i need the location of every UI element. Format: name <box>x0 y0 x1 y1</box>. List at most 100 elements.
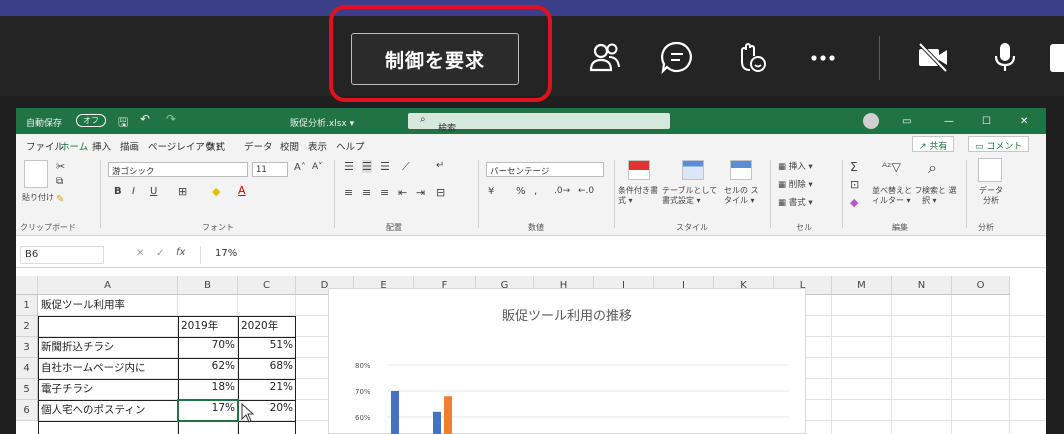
comment-button[interactable]: ▭ コメント <box>968 136 1030 152</box>
number-format-combo[interactable]: パーセンテージ <box>486 162 604 177</box>
tab-6[interactable]: データ <box>244 139 273 153</box>
format-painter-icon[interactable]: ✎ <box>56 194 64 205</box>
format-as-table-icon[interactable] <box>682 160 704 180</box>
redo-icon[interactable]: ↷ <box>166 112 176 126</box>
font-size-combo[interactable]: 11 <box>252 162 288 177</box>
cell-a1[interactable]: 販促ツール利用率 <box>38 295 178 316</box>
chart-bar[interactable] <box>391 391 399 434</box>
search-box[interactable]: ⌕ 検索 <box>408 113 670 134</box>
avatar[interactable] <box>863 113 879 129</box>
cut-icon[interactable]: ✂ <box>56 160 65 173</box>
chart-area[interactable]: 販促ツール利用の推移 80%70%60%50% <box>328 288 806 434</box>
request-control-button[interactable]: 制御を要求 <box>351 33 519 85</box>
comma-icon[interactable]: , <box>534 186 537 197</box>
tab-2[interactable]: 挿入 <box>92 139 111 153</box>
more-icon[interactable] <box>806 40 840 74</box>
fill-color-icon[interactable]: ◆ <box>212 185 220 198</box>
clear-icon[interactable]: ◆ <box>850 196 858 209</box>
autosave-label: 自動保存 <box>26 119 63 129</box>
delete-cells[interactable]: ▦ 削除 ▾ <box>778 178 813 190</box>
ribbon-display-icon[interactable]: ▭ <box>902 116 911 127</box>
conditional-format-icon[interactable] <box>628 160 650 180</box>
align-bottom-icon[interactable]: ☰ <box>380 160 390 173</box>
align-middle-icon[interactable]: ☰ <box>362 160 372 173</box>
cell-styles-icon[interactable] <box>730 160 752 180</box>
indent-increase-icon[interactable]: ⇥ <box>416 186 425 199</box>
tab-7[interactable]: 校閲 <box>280 139 299 153</box>
row-header[interactable]: 3 <box>16 337 38 358</box>
format-cells[interactable]: ▦ 書式 ▾ <box>778 196 813 208</box>
share-button[interactable]: ↗ 共有 <box>912 136 955 152</box>
tab-3[interactable]: 描画 <box>120 139 139 153</box>
copy-icon[interactable]: ⧉ <box>56 176 63 187</box>
autosave-toggle[interactable]: オフ <box>76 114 106 127</box>
function-icon[interactable]: fx <box>176 247 185 258</box>
orientation-icon[interactable]: ⟋ <box>402 160 410 174</box>
name-box[interactable]: B6 <box>20 246 104 264</box>
merge-icon[interactable]: ⊟ <box>436 186 445 199</box>
ribbon-separator <box>334 160 335 228</box>
paste-icon[interactable] <box>24 160 48 188</box>
align-right-icon[interactable]: ≡ <box>380 186 389 199</box>
people-icon[interactable] <box>588 40 622 74</box>
tab-9[interactable]: ヘルプ <box>336 139 365 153</box>
column-header[interactable]: M <box>832 276 892 295</box>
cancel-icon[interactable]: ✕ <box>136 248 144 259</box>
decrease-decimal-icon[interactable]: ←.0 <box>578 186 594 196</box>
align-center-icon[interactable]: ≡ <box>362 186 371 199</box>
row-header[interactable]: 2 <box>16 316 38 337</box>
insert-cells[interactable]: ▦ 挿入 ▾ <box>778 160 813 172</box>
row-header[interactable]: 6 <box>16 400 38 421</box>
sort-filter-icon[interactable]: ᴬᶻ▽ <box>882 160 901 174</box>
column-header[interactable]: B <box>178 276 238 295</box>
italic-icon[interactable]: I <box>132 186 135 197</box>
table-border <box>38 316 296 434</box>
minimize-icon[interactable]: — <box>944 116 954 127</box>
save-icon[interactable]: 🖫 <box>118 113 128 134</box>
bold-icon[interactable]: B <box>114 186 122 197</box>
formula-input[interactable]: 17% <box>200 246 1040 264</box>
enter-icon[interactable]: ✓ <box>156 248 164 259</box>
select-all-corner[interactable] <box>16 276 38 295</box>
column-header[interactable]: O <box>952 276 1010 295</box>
currency-icon[interactable]: ¥ <box>488 186 494 197</box>
data-analysis-icon[interactable] <box>978 158 1002 182</box>
chart-bar[interactable] <box>433 411 441 434</box>
table-border <box>38 421 296 422</box>
align-left-icon[interactable]: ≡ <box>344 186 353 199</box>
row-header[interactable]: 4 <box>16 358 38 379</box>
percent-icon[interactable]: % <box>516 186 526 197</box>
indent-decrease-icon[interactable]: ⇤ <box>398 186 407 199</box>
border-icon[interactable]: ⊞ <box>178 185 187 198</box>
grow-font-icon[interactable]: A˄ <box>294 162 306 173</box>
wrap-text-icon[interactable]: ↵ <box>436 160 444 171</box>
autosum-icon[interactable]: Σ <box>850 160 858 174</box>
column-header[interactable]: N <box>892 276 952 295</box>
maximize-icon[interactable]: ☐ <box>982 116 991 127</box>
chart-bar[interactable] <box>444 396 452 434</box>
group-editing: 編集 <box>892 223 908 232</box>
row-header[interactable]: 1 <box>16 295 38 316</box>
font-color-icon[interactable]: A <box>238 184 246 197</box>
column-header[interactable]: A <box>38 276 178 295</box>
fill-icon[interactable]: ⊡ <box>850 178 859 191</box>
align-top-icon[interactable]: ☰ <box>344 160 354 173</box>
close-icon[interactable]: ✕ <box>1020 116 1028 127</box>
mic-icon[interactable] <box>988 40 1022 74</box>
find-icon[interactable]: ⌕ <box>928 158 937 178</box>
font-name-combo[interactable]: 游ゴシック <box>108 162 248 177</box>
increase-decimal-icon[interactable]: .0→ <box>554 186 570 196</box>
overflow-icon[interactable] <box>1050 44 1064 72</box>
camera-off-icon[interactable] <box>916 40 950 74</box>
tab-8[interactable]: 表示 <box>308 139 327 153</box>
tab-5[interactable]: 数式 <box>206 139 225 153</box>
raise-hand-icon[interactable] <box>734 40 768 74</box>
underline-icon[interactable]: U <box>150 186 157 197</box>
row-header[interactable]: 5 <box>16 379 38 400</box>
shrink-font-icon[interactable]: A˅ <box>312 162 323 172</box>
insert-cells-label: 挿入 ▾ <box>788 162 813 172</box>
column-header[interactable]: C <box>238 276 296 295</box>
undo-icon[interactable]: ↶ <box>140 112 150 126</box>
tab-0[interactable]: ファイル <box>26 139 64 153</box>
chat-icon[interactable] <box>660 40 694 74</box>
